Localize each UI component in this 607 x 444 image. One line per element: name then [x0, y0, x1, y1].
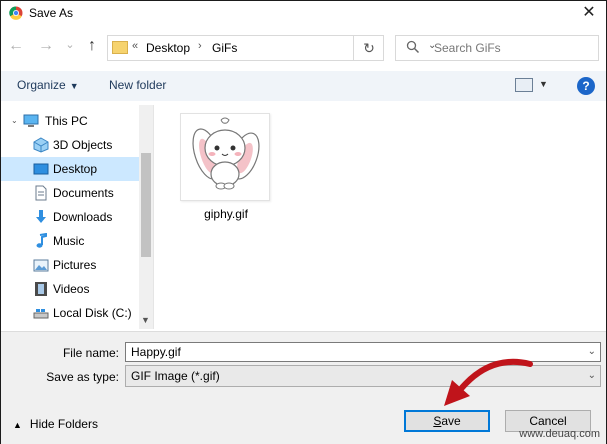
save-as-type-label: Save as type:	[46, 370, 119, 384]
sidebar-item-label: Pictures	[53, 258, 97, 272]
document-icon	[35, 185, 47, 201]
search-icon	[406, 40, 420, 54]
help-button[interactable]: ?	[577, 77, 595, 95]
file-name: giphy.gif	[204, 207, 248, 221]
drive-icon	[33, 309, 49, 319]
search-placeholder: Search GiFs	[434, 41, 501, 55]
sidebar-item-3d-objects[interactable]: 3D Objects	[1, 133, 139, 157]
chevron-up-icon: ▲	[13, 420, 22, 430]
sidebar-item-music[interactable]: Music	[1, 229, 139, 253]
chevron-down-icon[interactable]: ▼	[141, 315, 150, 325]
folder-icon	[112, 41, 128, 54]
breadcrumb-separator: ›	[198, 40, 202, 52]
save-label: ave	[441, 414, 461, 428]
save-as-type-value: GIF Image (*.gif)	[131, 369, 220, 383]
bunny-thumbnail	[192, 117, 260, 190]
organize-button[interactable]: Organize ▼	[17, 78, 79, 92]
navigation-bar: ← → ⌄ ↑ « Desktop › GiFs ⌄ ↻ Search GiFs	[1, 29, 606, 65]
desktop-icon	[33, 163, 49, 175]
chevron-down-icon[interactable]: ⌄	[588, 370, 596, 381]
music-icon	[36, 233, 47, 248]
search-box[interactable]: Search GiFs	[395, 35, 599, 61]
sidebar-item-documents[interactable]: Documents	[1, 181, 139, 205]
navigation-pane: ⌄ This PC 3D Objects Desktop Documents D…	[1, 105, 154, 329]
address-bar[interactable]: « Desktop › GiFs ⌄	[107, 35, 436, 61]
hide-folders-label: Hide Folders	[29, 417, 98, 431]
sidebar-item-label: Downloads	[53, 210, 113, 224]
sidebar-item-downloads[interactable]: Downloads	[1, 205, 139, 229]
close-button[interactable]: ✕	[578, 3, 600, 23]
breadcrumb-gifs[interactable]: GiFs	[212, 41, 237, 55]
file-name-label: File name:	[62, 346, 119, 360]
sidebar-item-local-disk[interactable]: Local Disk (C:)	[1, 301, 139, 325]
window-title: Save As	[29, 6, 74, 20]
sidebar-item-label: Desktop	[53, 162, 98, 176]
view-options-icon[interactable]	[515, 78, 533, 92]
recent-locations-button[interactable]: ⌄	[61, 38, 79, 51]
up-button[interactable]: ↑	[83, 37, 101, 55]
forward-button[interactable]: →	[37, 37, 55, 55]
sidebar-item-desktop[interactable]: Desktop	[1, 157, 139, 181]
sidebar-item-label: Documents	[53, 186, 114, 200]
computer-icon	[23, 114, 39, 127]
file-name-value: Happy.gif	[131, 345, 181, 359]
refresh-button[interactable]: ↻	[353, 35, 384, 61]
annotation-arrow	[444, 358, 533, 406]
chrome-icon	[9, 6, 23, 20]
command-toolbar: Organize ▼ New folder ▼ ?	[1, 71, 606, 101]
hide-folders-button[interactable]: ▲ Hide Folders	[13, 417, 98, 431]
organize-label: Organize	[17, 78, 66, 92]
address-overflow[interactable]: «	[132, 40, 138, 52]
file-thumbnail	[180, 113, 270, 201]
navigation-scrollbar[interactable]: ▼	[139, 105, 153, 329]
sidebar-item-label: Videos	[53, 282, 90, 296]
sidebar-item-label: Music	[53, 234, 85, 248]
scrollbar-thumb[interactable]	[141, 153, 151, 257]
cube-icon	[33, 137, 49, 153]
sidebar-item-this-pc[interactable]: ⌄ This PC	[1, 109, 139, 133]
view-dropdown-icon[interactable]: ▼	[539, 79, 548, 89]
chevron-down-icon: ▼	[69, 81, 79, 91]
title-bar: Save As ✕	[1, 1, 606, 27]
download-icon	[36, 210, 46, 223]
sidebar-item-pictures[interactable]: Pictures	[1, 253, 139, 277]
sidebar-item-videos[interactable]: Videos	[1, 277, 139, 301]
sidebar-item-label: 3D Objects	[53, 138, 113, 152]
pictures-icon	[33, 259, 49, 272]
video-icon	[35, 282, 47, 296]
chevron-down-icon[interactable]: ⌄	[588, 346, 596, 357]
back-button[interactable]: ←	[7, 37, 25, 55]
file-item[interactable]: giphy.gif	[176, 111, 276, 227]
chevron-down-icon[interactable]: ⌄	[11, 116, 18, 125]
sidebar-item-label: This PC	[45, 114, 88, 128]
watermark: www.deuaq.com	[519, 428, 600, 440]
file-list: giphy.gif	[154, 105, 606, 329]
new-folder-button[interactable]: New folder	[109, 78, 166, 92]
sidebar-item-label: Local Disk (C:)	[53, 306, 132, 320]
breadcrumb-desktop[interactable]: Desktop	[146, 41, 190, 55]
